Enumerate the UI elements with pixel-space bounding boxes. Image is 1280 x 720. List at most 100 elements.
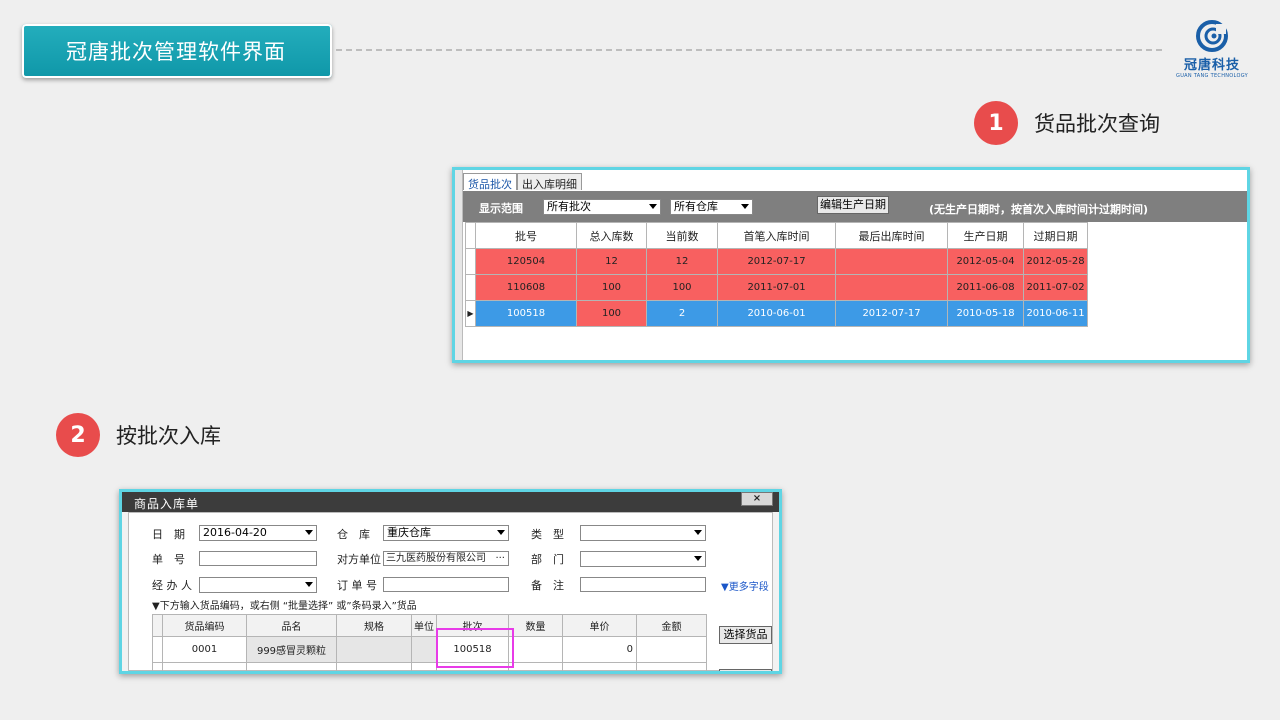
cell[interactable] [508, 662, 563, 671]
step-2: 2 按批次入库 [56, 413, 221, 457]
cell: 2 [646, 300, 718, 327]
col-last-out-time[interactable]: 最后出库时间 [835, 222, 948, 249]
cell [336, 636, 412, 663]
table-row-selected[interactable]: ▶ 100518 100 2 2010-06-01 2012-07-17 201… [465, 300, 1088, 327]
order-field[interactable] [383, 577, 509, 592]
col-quantity[interactable]: 数量 [508, 614, 563, 637]
more-dots-icon[interactable]: ··· [495, 552, 505, 565]
row-pointer-icon: ▶ [465, 300, 476, 327]
warehouse-filter-value: 所有仓库 [674, 200, 718, 213]
chevron-down-icon [497, 530, 505, 535]
step-1-number: 1 [974, 101, 1018, 145]
table-header-row: 货品编码 品名 规格 单位 批次 数量 单价 金额 [152, 614, 707, 637]
chevron-down-icon [694, 530, 702, 535]
col-spec[interactable]: 规格 [336, 614, 412, 637]
cell [246, 662, 337, 671]
stock-in-window: 商品入库单 × 日 期 2016-04-20 仓 库 重庆仓库 类 型 单 号 … [119, 489, 782, 674]
cell[interactable] [636, 636, 707, 663]
cell[interactable]: 0 [562, 636, 637, 663]
logo-name: 冠唐科技 [1183, 58, 1240, 73]
cell: 2012-05-04 [947, 248, 1024, 275]
batch-query-window: 货品批次 出入库明细 显示范围 所有批次 所有仓库 编辑生产日期 (无生产日期时… [452, 167, 1250, 363]
header-divider [336, 49, 1162, 51]
window-title: 商品入库单 [134, 497, 200, 511]
partner-value: 三九医药股份有限公司 [386, 553, 486, 564]
step-1-label: 货品批次查询 [1034, 112, 1160, 136]
cell[interactable] [162, 662, 247, 671]
cell[interactable] [508, 636, 563, 663]
partner-field[interactable]: 三九医药股份有限公司 ··· [383, 551, 509, 566]
cell [835, 274, 948, 301]
col-total-in[interactable]: 总入库数 [576, 222, 647, 249]
warehouse-filter-select[interactable]: 所有仓库 [670, 199, 753, 215]
cell: 2011-07-02 [1023, 274, 1088, 301]
company-logo: 冠唐科技 GUAN TANG TECHNOLOGY [1172, 20, 1252, 82]
tab-batch[interactable]: 货品批次 [463, 173, 517, 191]
row-indicator [152, 636, 163, 663]
handler-select[interactable] [199, 577, 317, 593]
edit-production-date-button[interactable]: 编辑生产日期 [817, 196, 889, 214]
col-current[interactable]: 当前数 [646, 222, 718, 249]
col-unit[interactable]: 单位 [411, 614, 437, 637]
cell: 2010-05-18 [947, 300, 1024, 327]
expiry-hint: (无生产日期时，按首次入库时间计过期时间) [929, 203, 1149, 216]
cell: 100 [646, 274, 718, 301]
close-button[interactable]: × [741, 492, 773, 506]
cell[interactable]: 0001 [162, 636, 247, 663]
cell[interactable] [636, 662, 707, 671]
cell: 2010-06-11 [1023, 300, 1088, 327]
number-label: 单 号 [152, 553, 185, 566]
second-side-button[interactable] [719, 669, 772, 671]
date-label: 日 期 [152, 528, 185, 541]
handler-label: 经 办 人 [152, 579, 192, 592]
row-indicator-header [152, 614, 163, 637]
col-unit-price[interactable]: 单价 [562, 614, 637, 637]
table-row[interactable] [152, 662, 707, 671]
note-label: 备 注 [531, 579, 564, 592]
cell[interactable] [562, 662, 637, 671]
cell: 2011-06-08 [947, 274, 1024, 301]
col-amount[interactable]: 金额 [636, 614, 707, 637]
window-titlebar: 商品入库单 × [122, 492, 779, 512]
col-batch-no[interactable]: 批号 [475, 222, 577, 249]
cell: 999感冒灵颗粒 [246, 636, 337, 663]
warehouse-value: 重庆仓库 [387, 526, 431, 539]
date-field[interactable]: 2016-04-20 [199, 525, 317, 541]
step-2-label: 按批次入库 [116, 424, 221, 448]
col-first-in-time[interactable]: 首笔入库时间 [717, 222, 836, 249]
batch-filter-select[interactable]: 所有批次 [543, 199, 661, 215]
col-item-code[interactable]: 货品编码 [162, 614, 247, 637]
step-2-number: 2 [56, 413, 100, 457]
batch-table: 批号 总入库数 当前数 首笔入库时间 最后出库时间 生产日期 过期日期 1205… [465, 222, 1088, 327]
cell: 100 [576, 300, 647, 327]
cell [411, 662, 437, 671]
range-label: 显示范围 [479, 202, 523, 215]
batch-filter-value: 所有批次 [547, 200, 591, 213]
select-items-button[interactable]: 选择货品 [719, 626, 772, 644]
col-expiry-date[interactable]: 过期日期 [1023, 222, 1088, 249]
more-fields-link[interactable]: ▼更多字段 [721, 578, 769, 593]
instruction-text: ▼下方输入货品编码，或右侧 “批量选择” 或”条码录入”货品 [152, 601, 417, 612]
warehouse-select[interactable]: 重庆仓库 [383, 525, 509, 541]
table-row[interactable]: 110608 100 100 2011-07-01 2011-06-08 201… [465, 274, 1088, 301]
number-field[interactable] [199, 551, 317, 566]
col-item-name[interactable]: 品名 [246, 614, 337, 637]
batch-toolbar: 显示范围 所有批次 所有仓库 编辑生产日期 (无生产日期时，按首次入库时间计过期… [463, 191, 1247, 222]
type-select[interactable] [580, 525, 706, 541]
col-production-date[interactable]: 生产日期 [947, 222, 1024, 249]
chevron-down-icon [305, 530, 313, 535]
type-label: 类 型 [531, 528, 564, 541]
table-row[interactable]: 120504 12 12 2012-07-17 2012-05-04 2012-… [465, 248, 1088, 275]
row-indicator [152, 662, 163, 671]
row-indicator [465, 274, 476, 301]
tab-inout-detail[interactable]: 出入库明细 [517, 173, 582, 191]
page-title-box: 冠唐批次管理软件界面 [22, 24, 332, 78]
dept-select[interactable] [580, 551, 706, 567]
table-row[interactable]: 0001 999感冒灵颗粒 100518 0 [152, 636, 707, 663]
item-table: 货品编码 品名 规格 单位 批次 数量 单价 金额 0001 999感冒灵颗粒 … [152, 614, 707, 671]
cell: 2012-07-17 [717, 248, 836, 275]
note-field[interactable] [580, 577, 706, 592]
table-header-row: 批号 总入库数 当前数 首笔入库时间 最后出库时间 生产日期 过期日期 [465, 222, 1088, 249]
cell: 110608 [475, 274, 577, 301]
row-indicator-header [465, 222, 476, 249]
